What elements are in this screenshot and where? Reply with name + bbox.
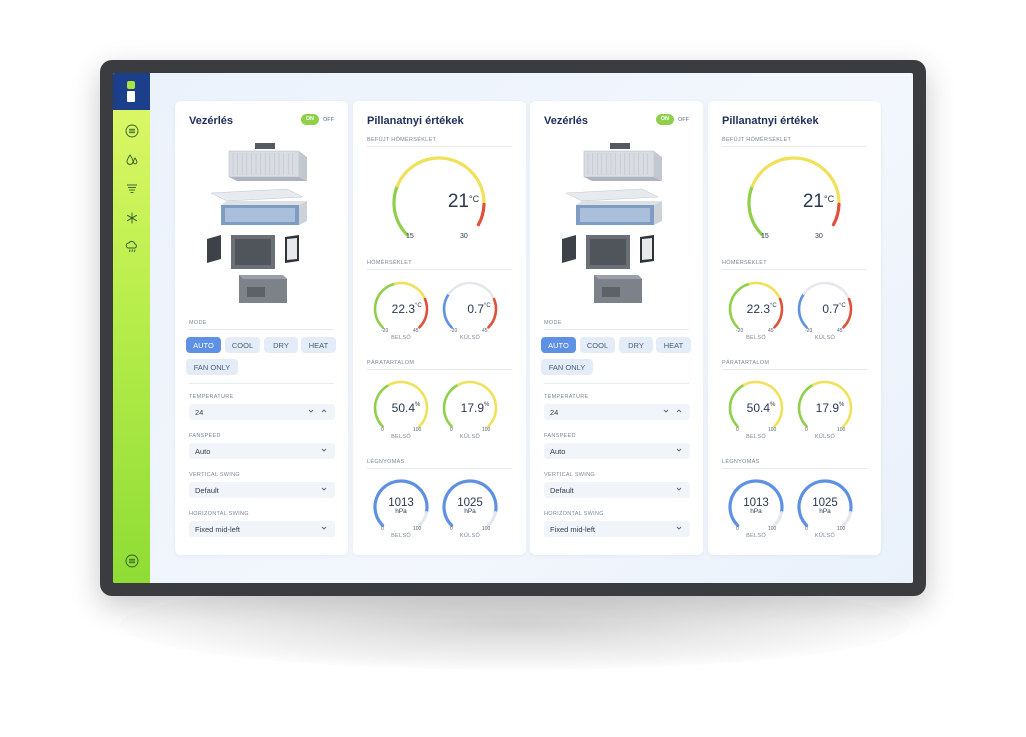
chevron-down-icon[interactable] [307, 407, 315, 415]
divider [544, 329, 689, 330]
brand-logo [113, 73, 150, 110]
divider [189, 329, 334, 330]
outer-pressure-unit: hPa [819, 508, 831, 515]
chevron-down-icon [321, 448, 327, 452]
fanspeed-value: Auto [550, 446, 566, 456]
chevron-down-icon [676, 526, 682, 530]
vertical-swing-value: Default [550, 485, 574, 495]
mode-cool-button[interactable]: COOL [225, 337, 260, 353]
fanspeed-select[interactable]: Auto [189, 443, 335, 459]
fanspeed-label: FANSPEED [189, 433, 221, 439]
chevron-down-icon [321, 526, 327, 530]
mode-auto-button[interactable]: AUTO [186, 337, 221, 353]
tornado-icon[interactable] [123, 180, 140, 197]
readings-card: Pillanatnyi értékek BEFÚJT HŐMÉRSÉKLET H… [353, 101, 526, 555]
power-toggle[interactable]: ON OFF [300, 114, 334, 125]
app-screen: Vezérlés ON OFF MODE AUTO COOL DRY HEAT … [113, 73, 913, 583]
gauge-arc-track [486, 511, 497, 527]
horizontal-swing-select[interactable]: Fixed mid-left [189, 521, 335, 537]
mode-heat-button[interactable]: HEAT [656, 337, 691, 353]
control-card: Vezérlés ON OFF MODE AUTO COOL DRY HEAT … [175, 101, 348, 555]
vertical-swing-value: Default [195, 485, 219, 495]
outer-pressure-unit: hPa [464, 508, 476, 515]
fanspeed-value: Auto [195, 446, 211, 456]
fanspeed-label: FANSPEED [544, 433, 576, 439]
control-card: Vezérlés ON OFF MODE AUTO COOL DRY HEAT … [530, 101, 703, 555]
horizontal-swing-value: Fixed mid-left [195, 524, 241, 534]
mode-auto-button[interactable]: AUTO [541, 337, 576, 353]
toggle-on-label: ON [655, 114, 674, 125]
chevron-down-icon [676, 487, 682, 491]
fanspeed-select[interactable]: Auto [544, 443, 690, 459]
chevron-up-icon[interactable] [320, 407, 328, 415]
gauge-arc-track [841, 511, 852, 527]
vertical-swing-select[interactable]: Default [544, 482, 690, 498]
chevron-down-icon [676, 448, 682, 452]
chevron-up-icon[interactable] [675, 407, 683, 415]
menu-circle-icon[interactable] [123, 552, 140, 569]
temperature-label: TEMPERATURE [544, 394, 589, 400]
toggle-off-label: OFF [678, 116, 689, 123]
vertical-swing-label: VERTICAL SWING [544, 472, 595, 478]
temperature-value: 24 [550, 407, 559, 417]
ac-unit-exploded-image [558, 143, 678, 307]
temperature-value: 24 [195, 407, 204, 417]
mode-fan-only-button[interactable]: FAN ONLY [541, 359, 593, 375]
outer-pressure-max: 100 [837, 526, 846, 532]
temperature-label: TEMPERATURE [189, 394, 234, 400]
power-toggle[interactable]: ON OFF [655, 114, 689, 125]
snowflake-icon[interactable] [123, 209, 140, 226]
chevron-down-icon[interactable] [662, 407, 670, 415]
toggle-on-label: ON [300, 114, 319, 125]
card-title: Vezérlés [189, 115, 234, 127]
outer-pressure-min: 0 [805, 526, 808, 532]
outer-pressure-label: KÜLSŐ [814, 533, 836, 539]
divider [544, 383, 689, 384]
mode-dry-button[interactable]: DRY [619, 337, 653, 353]
ac-unit-exploded-image [203, 143, 323, 307]
sidebar [113, 73, 150, 583]
temperature-stepper[interactable]: 24 [189, 404, 335, 420]
readings-card: Pillanatnyi értékek BEFÚJT HŐMÉRSÉKLET H… [708, 101, 881, 555]
outer-pressure-gauge [442, 479, 498, 527]
cloud-rain-icon[interactable] [123, 238, 140, 255]
vertical-swing-label: VERTICAL SWING [189, 472, 240, 478]
chevron-down-icon [321, 487, 327, 491]
mode-label: MODE [544, 320, 562, 326]
mode-cool-button[interactable]: COOL [580, 337, 615, 353]
mode-heat-button[interactable]: HEAT [301, 337, 336, 353]
horizontal-swing-select[interactable]: Fixed mid-left [544, 521, 690, 537]
horizontal-swing-label: HORIZONTAL SWING [189, 511, 249, 517]
temperature-stepper[interactable]: 24 [544, 404, 690, 420]
outer-pressure-max: 100 [482, 526, 491, 532]
droplets-icon[interactable] [123, 151, 140, 168]
toggle-off-label: OFF [323, 116, 334, 123]
mode-dry-button[interactable]: DRY [264, 337, 298, 353]
mode-fan-only-button[interactable]: FAN ONLY [186, 359, 238, 375]
mode-label: MODE [189, 320, 207, 326]
vertical-swing-select[interactable]: Default [189, 482, 335, 498]
tablet-device: Vezérlés ON OFF MODE AUTO COOL DRY HEAT … [100, 60, 926, 596]
horizontal-swing-value: Fixed mid-left [550, 524, 596, 534]
card-title: Vezérlés [544, 115, 589, 127]
menu-circle-icon[interactable] [123, 122, 140, 139]
outer-pressure-min: 0 [450, 526, 453, 532]
horizontal-swing-label: HORIZONTAL SWING [544, 511, 604, 517]
outer-pressure-gauge [797, 479, 853, 527]
outer-pressure-label: KÜLSŐ [459, 533, 481, 539]
divider [189, 383, 334, 384]
